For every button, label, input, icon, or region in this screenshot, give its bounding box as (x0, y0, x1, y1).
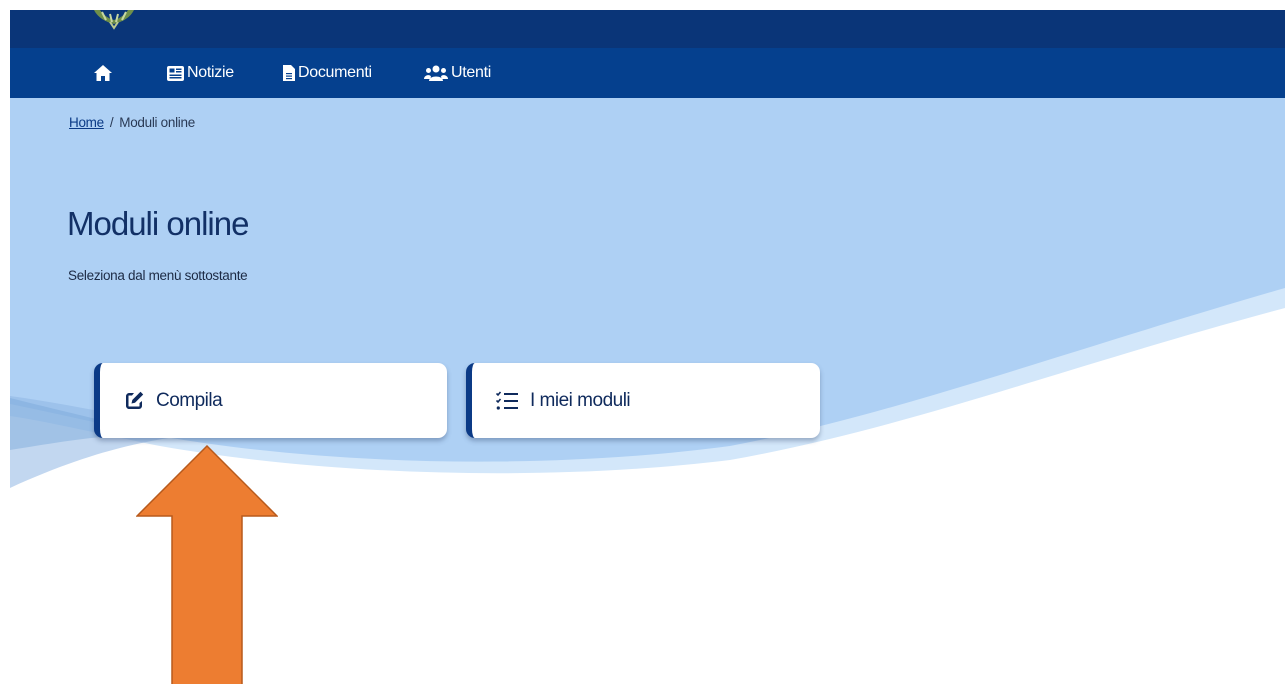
newspaper-icon (167, 65, 184, 81)
breadcrumb: Home / Moduli online (69, 115, 195, 130)
users-icon (424, 65, 448, 81)
i-miei-moduli-button[interactable]: I miei moduli (466, 363, 820, 438)
page-title: Moduli online (67, 205, 249, 242)
nav-documenti[interactable]: Documenti (283, 48, 372, 98)
breadcrumb-current: Moduli online (119, 115, 195, 130)
nav-notizie[interactable]: Notizie (167, 48, 234, 98)
logo[interactable] (88, 10, 140, 32)
nav-home[interactable] (94, 48, 115, 98)
main-nav: Notizie Documenti Utenti (10, 48, 1285, 98)
page-subtitle: Seleziona dal menù sottostante (68, 268, 248, 283)
breadcrumb-home-link[interactable]: Home (69, 115, 104, 130)
edit-icon (124, 391, 144, 411)
checklist-icon (496, 390, 518, 411)
i-miei-moduli-label: I miei moduli (530, 389, 631, 411)
document-icon (283, 65, 295, 81)
nav-utenti[interactable]: Utenti (424, 48, 491, 98)
compila-button[interactable]: Compila (94, 363, 447, 438)
nav-notizie-label: Notizie (187, 64, 234, 81)
home-icon (94, 65, 112, 81)
compila-label: Compila (156, 389, 223, 411)
top-header-bar (10, 10, 1285, 48)
nav-utenti-label: Utenti (451, 64, 491, 81)
breadcrumb-separator: / (109, 115, 114, 130)
nav-documenti-label: Documenti (298, 64, 372, 81)
arrow-up-icon (136, 445, 278, 684)
